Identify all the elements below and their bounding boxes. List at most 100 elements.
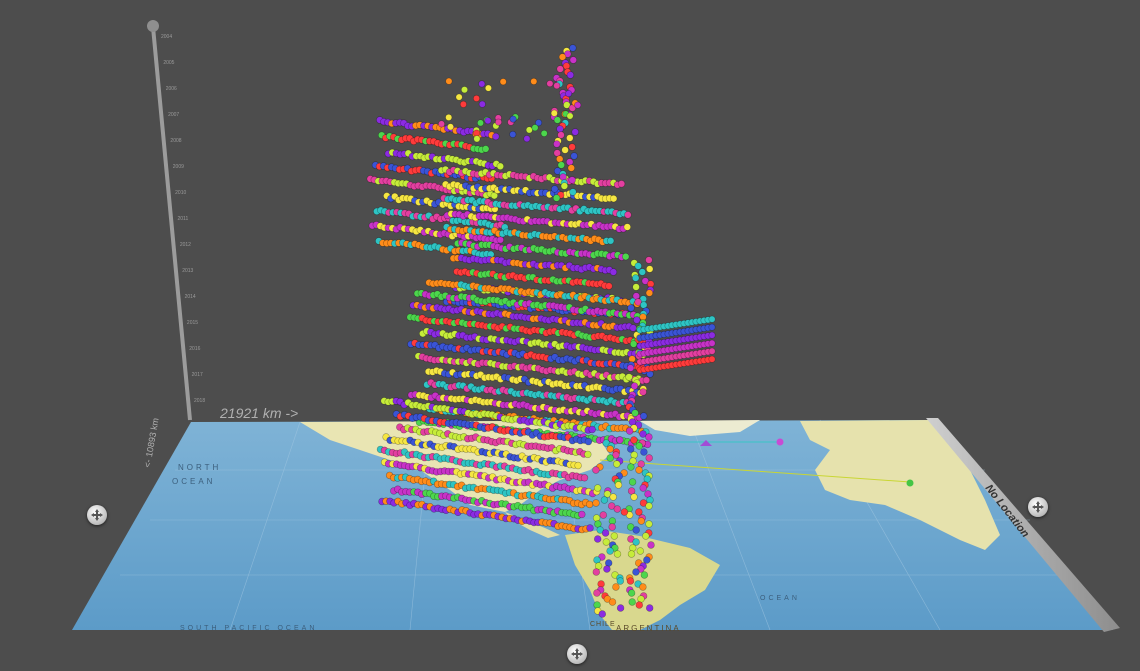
data-point[interactable] (647, 541, 655, 549)
data-point[interactable] (632, 283, 640, 291)
data-point[interactable] (445, 77, 453, 85)
data-point[interactable] (592, 499, 600, 507)
data-point[interactable] (446, 123, 454, 131)
data-point[interactable] (606, 547, 614, 555)
data-point[interactable] (629, 324, 637, 332)
data-point[interactable] (566, 112, 574, 120)
data-point[interactable] (616, 604, 625, 612)
data-point[interactable] (708, 347, 716, 355)
data-point[interactable] (633, 316, 641, 324)
data-point[interactable] (569, 188, 577, 196)
data-point[interactable] (608, 598, 617, 606)
data-point[interactable] (639, 412, 648, 420)
data-point[interactable] (645, 289, 654, 297)
data-point[interactable] (636, 547, 644, 555)
data-point[interactable] (624, 211, 632, 219)
data-point[interactable] (627, 589, 636, 597)
data-point[interactable] (482, 145, 490, 153)
data-point[interactable] (484, 84, 492, 92)
data-point[interactable] (609, 493, 617, 501)
data-point[interactable] (592, 568, 600, 576)
data-point[interactable] (561, 146, 569, 154)
data-point[interactable] (628, 598, 636, 606)
data-point[interactable] (492, 132, 500, 141)
data-point[interactable] (478, 80, 486, 88)
data-point[interactable] (608, 523, 616, 531)
data-point[interactable] (627, 550, 636, 558)
data-point[interactable] (621, 252, 630, 261)
data-point[interactable] (630, 493, 638, 501)
data-point[interactable] (609, 194, 618, 203)
data-point[interactable] (556, 125, 564, 133)
data-point[interactable] (574, 461, 582, 470)
data-point[interactable] (642, 532, 650, 540)
data-point[interactable] (639, 388, 647, 396)
data-point[interactable] (616, 577, 624, 585)
data-point[interactable] (640, 571, 649, 579)
data-point[interactable] (606, 237, 615, 245)
data-point[interactable] (580, 474, 589, 482)
data-point[interactable] (610, 532, 618, 540)
data-point[interactable] (600, 496, 609, 504)
data-point[interactable] (571, 128, 579, 136)
data-point[interactable] (637, 517, 645, 525)
data-point[interactable] (635, 508, 643, 516)
data-point[interactable] (642, 376, 651, 384)
data-point[interactable] (478, 100, 486, 108)
data-point[interactable] (626, 577, 635, 585)
data-point[interactable] (625, 373, 633, 381)
data-point[interactable] (631, 409, 639, 417)
data-point[interactable] (584, 437, 593, 446)
data-point[interactable] (628, 355, 636, 363)
data-point[interactable] (530, 77, 538, 85)
data-point[interactable] (603, 565, 611, 573)
data-point[interactable] (627, 463, 635, 471)
data-point[interactable] (540, 129, 548, 137)
data-point[interactable] (630, 451, 638, 459)
data-point[interactable] (639, 583, 647, 591)
data-point[interactable] (593, 535, 602, 543)
data-point[interactable] (645, 604, 654, 612)
data-point[interactable] (460, 86, 468, 94)
data-point[interactable] (568, 143, 576, 151)
data-point[interactable] (631, 274, 640, 282)
data-point[interactable] (640, 448, 648, 456)
data-point[interactable] (635, 466, 643, 474)
data-point[interactable] (632, 526, 640, 534)
data-point[interactable] (531, 124, 539, 132)
data-point[interactable] (565, 90, 573, 98)
data-point[interactable] (708, 339, 716, 347)
data-point[interactable] (455, 93, 463, 101)
data-point[interactable] (708, 315, 716, 323)
data-point[interactable] (605, 282, 613, 290)
data-point[interactable] (574, 101, 582, 109)
data-point[interactable] (566, 134, 574, 142)
data-point[interactable] (562, 62, 571, 70)
data-point[interactable] (567, 164, 575, 172)
time-axis-handle[interactable] (147, 20, 159, 32)
data-point[interactable] (617, 180, 626, 188)
data-point[interactable] (620, 508, 629, 516)
data-point[interactable] (613, 550, 622, 558)
data-point[interactable] (546, 80, 554, 88)
data-point[interactable] (645, 433, 653, 441)
pan-down-button[interactable] (567, 644, 587, 664)
data-point[interactable] (550, 185, 559, 193)
data-point[interactable] (569, 44, 577, 52)
data-point[interactable] (645, 454, 653, 462)
data-point[interactable] (550, 109, 558, 117)
data-point[interactable] (565, 158, 574, 166)
data-point[interactable] (566, 71, 575, 79)
data-point[interactable] (559, 173, 567, 181)
data-point[interactable] (629, 544, 637, 552)
data-point[interactable] (645, 265, 654, 273)
data-point[interactable] (598, 610, 606, 618)
data-point[interactable] (639, 484, 647, 492)
data-point[interactable] (708, 331, 716, 339)
data-point[interactable] (635, 442, 643, 450)
data-point[interactable] (630, 436, 638, 444)
data-point[interactable] (584, 450, 592, 459)
data-point[interactable] (646, 496, 654, 504)
data-point[interactable] (509, 115, 517, 123)
data-point[interactable] (627, 304, 635, 312)
